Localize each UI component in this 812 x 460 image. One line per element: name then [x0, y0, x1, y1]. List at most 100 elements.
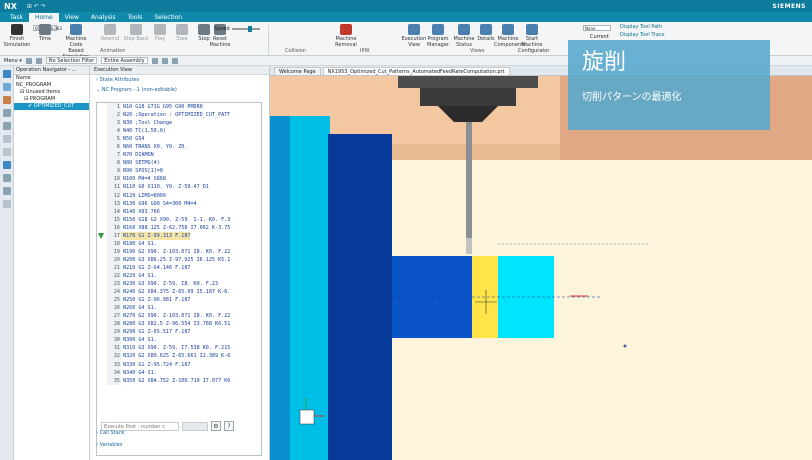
execute-icon[interactable]: ⚙: [211, 421, 221, 431]
nc-program-section[interactable]: ⌄ NC Program - 1 (non-editable): [90, 85, 269, 95]
tab-welcome-page[interactable]: Welcome Page: [274, 67, 321, 75]
nc-gutter: [97, 151, 107, 159]
system-icon[interactable]: [2, 200, 11, 208]
nc-line[interactable]: 9 N90 SPOS[1]=0: [97, 167, 261, 176]
speed-knob[interactable]: [247, 25, 252, 32]
rewind-button[interactable]: Rewind: [96, 24, 124, 42]
nc-line[interactable]: 3 N30 ;Tool Change: [97, 119, 261, 128]
nc-line[interactable]: 32 N320 G2 X80.625 Z-65.661 I2.389 K-6: [97, 352, 261, 361]
nc-line[interactable]: 13 N130 G96 G90 S4=300 M4=4: [97, 199, 261, 208]
program-manager-button[interactable]: Program Manager: [424, 24, 452, 48]
nc-line[interactable]: 22 N220 G4 S1.: [97, 271, 261, 281]
tool-tip: [466, 238, 472, 254]
nc-line[interactable]: 24 N240 G2 X84.375 Z-65.09 I5.187 K-6.: [97, 288, 261, 297]
app-logo: NX: [4, 1, 17, 11]
tab-analysis[interactable]: Analysis: [85, 13, 122, 22]
nc-code-list[interactable]: 1 N10 G18 G71G G95 G90 PMDR0 2 N20 ;Operati…: [97, 103, 261, 411]
graphics-viewport[interactable]: [270, 76, 812, 460]
machine-code-based-simulation-button[interactable]: Machine Code Based Simulation: [62, 24, 90, 60]
help-icon[interactable]: ?: [224, 421, 234, 431]
display-tool-path-option[interactable]: Display Tool Path: [620, 24, 662, 30]
menu-button[interactable]: Menu ▾: [4, 58, 22, 64]
nc-line[interactable]: 6 N60 TRANS X0. Y0. Z0.: [97, 143, 261, 152]
tab-selection[interactable]: Selection: [148, 13, 188, 22]
reuse-icon[interactable]: [2, 148, 11, 156]
navigator-row[interactable]: Name: [14, 75, 89, 82]
state-attributes-section[interactable]: › State Attributes: [90, 75, 269, 85]
nc-line[interactable]: 27 N270 G2 X90. Z-103.071 I8. K0. F.22: [97, 312, 261, 321]
nc-line[interactable]: 15 N150 G18 G2 X90. Z-59. I-1. K0. F.3: [97, 215, 261, 224]
tab-view[interactable]: View: [59, 13, 85, 22]
web-icon[interactable]: [2, 161, 11, 169]
navigator-row[interactable]: NC_PROGRAM: [14, 82, 89, 89]
navigator-icon[interactable]: [2, 70, 11, 78]
nc-line[interactable]: 17 N170 G1 Z-99.313 F.187: [97, 231, 261, 240]
nc-line[interactable]: 10 N100 M4=4 S868: [97, 175, 261, 184]
selection-filter-dropdown[interactable]: No Selection Filter: [45, 57, 98, 64]
call-stack-section[interactable]: › Call Stack: [90, 430, 124, 436]
nc-line[interactable]: 29 N290 G1 Z-65.517 F.187: [97, 328, 261, 337]
nc-line[interactable]: 11 N110 G0 X110. Y0. Z-59.47 D1: [97, 183, 261, 192]
navigator-row[interactable]: ⊟ Unused Items: [14, 89, 89, 96]
nc-line[interactable]: 28 N280 G3 X82.5 Z-96.554 I3.788 K6.51: [97, 320, 261, 329]
nc-line[interactable]: 8 N80 SETMS(4): [97, 159, 261, 168]
start-machine-configurator-button[interactable]: Start Machine Configurator: [518, 24, 549, 54]
execute-post-number[interactable]: [182, 421, 208, 431]
nc-line[interactable]: 21 N210 G1 Z-64.146 F.187: [97, 263, 261, 272]
nc-line[interactable]: 18 N180 G4 S1.: [97, 239, 261, 248]
resource-bar: [0, 66, 14, 460]
display-none-select[interactable]: None: [583, 25, 611, 31]
chuck-jaw: [328, 134, 392, 460]
tab-tools[interactable]: Tools: [122, 13, 149, 22]
speed-label: Speed: [214, 26, 230, 32]
nc-line[interactable]: 7 N70 DIAMON: [97, 151, 261, 160]
nc-line[interactable]: 19 N190 G2 X90. Z-103.071 I8. K0. F.22: [97, 247, 261, 256]
nc-line[interactable]: 26 N260 G4 S1.: [97, 304, 261, 313]
snap-icon[interactable]: [25, 57, 32, 64]
clock-icon[interactable]: [2, 174, 11, 182]
nc-line[interactable]: 31 N310 G3 X90. Z-59. I7.538 K0. F.215: [97, 344, 261, 353]
nc-line[interactable]: 30 N300 G4 S1.: [97, 336, 261, 345]
finish-simulation-button[interactable]: Finish Simulation: [3, 24, 31, 48]
part-navigator-icon[interactable]: [2, 83, 11, 91]
ribbon-button-label: Reset Machine: [209, 36, 231, 48]
navigator-row[interactable]: ✔ OPTIMIZED_CUT: [14, 103, 89, 110]
navigator-row[interactable]: ⊟ PROGRAM: [14, 96, 89, 103]
nc-line[interactable]: 16 N160 X88.125 Z-62.758 I7.062 K-3.75: [97, 223, 261, 232]
nc-line[interactable]: 23 N230 G3 X90. Z-59. I8. K0. F.23: [97, 280, 261, 289]
history-icon[interactable]: [2, 135, 11, 143]
material-removal-icon: [340, 24, 352, 35]
execution-view-title: Execution View: [90, 66, 269, 75]
nc-line[interactable]: 20 N200 G3 X86.25 Z-97.925 I6.125 K5.1: [97, 255, 261, 264]
point-snap-icon[interactable]: [161, 57, 168, 64]
nc-line[interactable]: 35 N350 G2 X84.752 Z-100.719 I7.077 K6: [97, 376, 261, 385]
assembly-icon[interactable]: [2, 96, 11, 104]
time-button[interactable]: Time: [31, 24, 59, 42]
speed-slider[interactable]: Speed: [214, 25, 260, 32]
assembly-scope-dropdown[interactable]: Entire Assembly: [101, 57, 148, 64]
roles-icon[interactable]: [2, 187, 11, 195]
nc-line[interactable]: 33 N330 G1 Z-95.724 F.187: [97, 360, 261, 369]
nc-line[interactable]: 2 N20 ;Operation : OPTIMIZED_CUT_PATT: [97, 111, 261, 120]
nc-line[interactable]: 25 N250 G1 Z-96.981 F.187: [97, 296, 261, 305]
tab-home[interactable]: Home: [28, 13, 59, 22]
nc-line[interactable]: 5 N50 G54: [97, 135, 261, 144]
select-icon[interactable]: [151, 57, 158, 64]
tab-part-file[interactable]: NX1953_Optimized_Cut_Patterns_AutomatedF…: [322, 67, 510, 75]
nc-line[interactable]: 34 N340 G4 S1.: [97, 368, 261, 377]
filter-icon[interactable]: [35, 57, 42, 64]
display-tool-trace-option[interactable]: Display Tool Trace: [620, 32, 665, 38]
nc-gutter: [97, 208, 107, 216]
curve-snap-icon[interactable]: [171, 57, 178, 64]
nc-line-number: 7: [107, 151, 121, 160]
quick-access-toolbar[interactable]: ⊞ ↶ ↷: [27, 3, 46, 10]
variables-section[interactable]: › Variables: [90, 442, 122, 448]
geometry-icon[interactable]: [2, 122, 11, 130]
nc-line[interactable]: 14 N140 X93.766: [97, 207, 261, 216]
nc-line[interactable]: 4 N40 TC(1,50,0): [97, 127, 261, 136]
tab-task[interactable]: Task: [4, 13, 29, 22]
machine-removal-button[interactable]: Machine Removal: [332, 24, 360, 48]
nc-line[interactable]: 1 N10 G18 G71G G95 G90 PMDR0: [97, 103, 261, 112]
machine-tool-icon[interactable]: [2, 109, 11, 117]
nc-line[interactable]: 12 N120 LIMS=8000: [97, 191, 261, 200]
